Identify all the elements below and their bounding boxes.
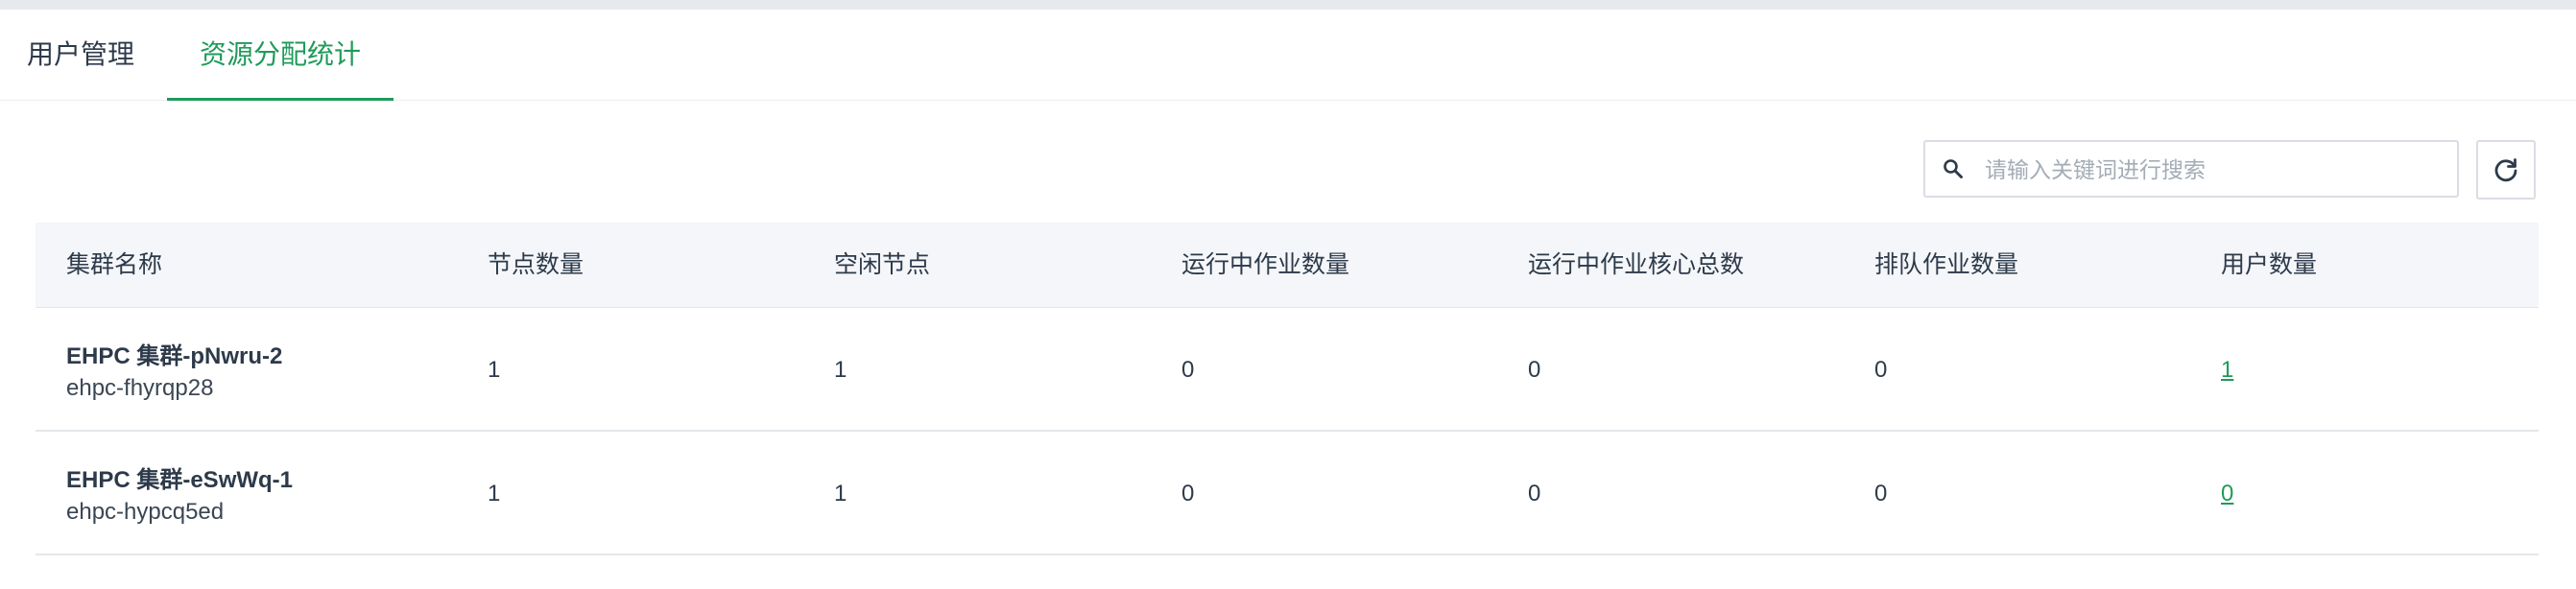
- idle-nodes: 1: [834, 357, 847, 383]
- column-header-user-count: 用户数量: [2221, 251, 2318, 278]
- running-cores: 0: [1528, 357, 1541, 383]
- table-row: EHPC 集群-eSwWq-1 ehpc-hypcq5ed 1 1 0 0 0 …: [36, 432, 2539, 555]
- active-tab-indicator: [167, 98, 394, 101]
- cluster-id: ehpc-fhyrqp28: [66, 375, 214, 401]
- column-header-queued-jobs: 排队作业数量: [1874, 251, 2019, 278]
- refresh-button[interactable]: [2476, 140, 2536, 200]
- running-cores: 0: [1528, 481, 1541, 507]
- cluster-name: EHPC 集群-pNwru-2: [66, 343, 283, 369]
- cluster-name: EHPC 集群-eSwWq-1: [66, 467, 294, 493]
- cluster-stats-table: 集群名称 节点数量 空闲节点 运行中作业数量 运行中作业核心总数 排队作业数量 …: [36, 223, 2539, 555]
- user-count-link[interactable]: 1: [2221, 308, 2233, 432]
- tab-user-management[interactable]: 用户管理: [27, 10, 134, 100]
- node-count: 1: [488, 357, 501, 383]
- search-box[interactable]: [1923, 140, 2459, 198]
- refresh-icon: [2494, 158, 2517, 182]
- running-jobs: 0: [1181, 357, 1195, 383]
- column-header-idle-nodes: 空闲节点: [834, 251, 931, 278]
- column-header-node-count: 节点数量: [488, 251, 584, 278]
- search-icon: [1943, 158, 1964, 179]
- tab-bar: 用户管理 资源分配统计: [0, 10, 2576, 101]
- queued-jobs: 0: [1874, 357, 1888, 383]
- running-jobs: 0: [1181, 481, 1195, 507]
- idle-nodes: 1: [834, 481, 847, 507]
- queued-jobs: 0: [1874, 481, 1888, 507]
- table-header: 集群名称 节点数量 空闲节点 运行中作业数量 运行中作业核心总数 排队作业数量 …: [36, 223, 2539, 308]
- top-strip: [0, 0, 2576, 10]
- column-header-cluster-name: 集群名称: [66, 251, 163, 278]
- tab-resource-allocation-stats[interactable]: 资源分配统计: [167, 10, 394, 100]
- user-count-link[interactable]: 0: [2221, 432, 2233, 555]
- search-input[interactable]: [1983, 142, 2447, 198]
- node-count: 1: [488, 481, 501, 507]
- table-row: EHPC 集群-pNwru-2 ehpc-fhyrqp28 1 1 0 0 0 …: [36, 308, 2539, 432]
- cluster-id: ehpc-hypcq5ed: [66, 499, 225, 525]
- column-header-running-jobs: 运行中作业数量: [1181, 251, 1350, 278]
- column-header-running-cores: 运行中作业核心总数: [1528, 251, 1745, 278]
